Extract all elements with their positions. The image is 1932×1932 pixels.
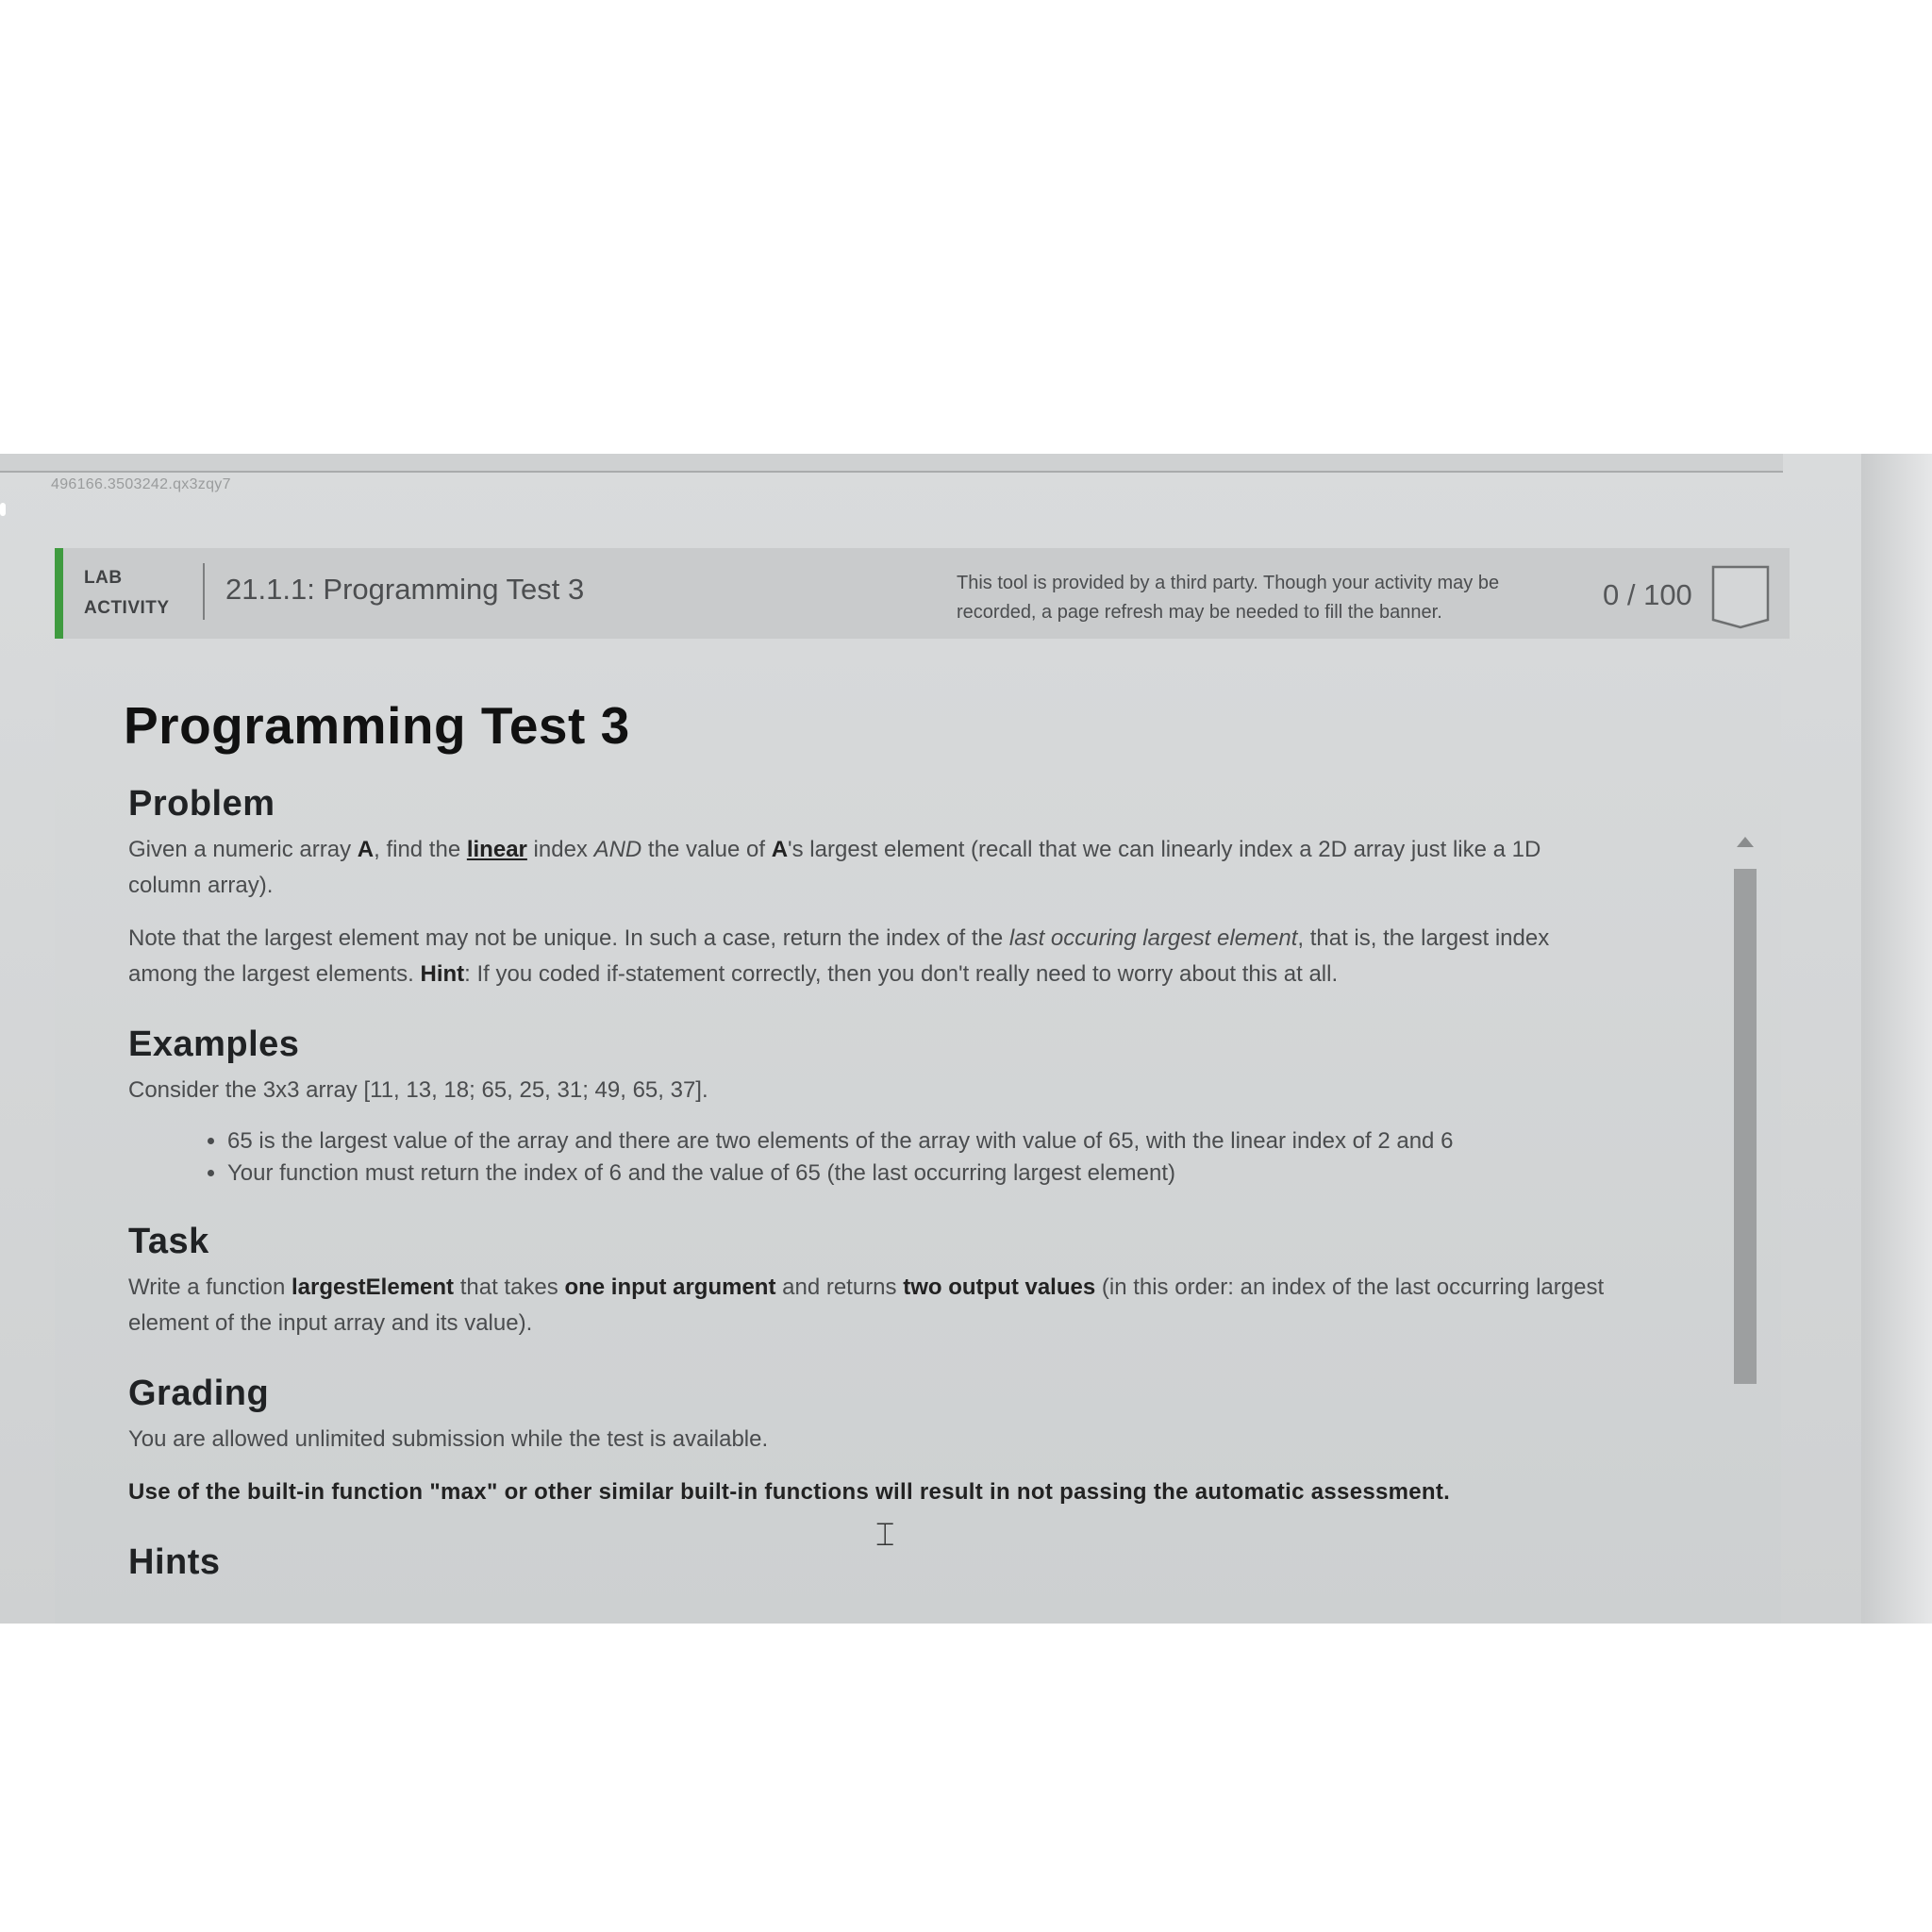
scroll-thumb[interactable] [1734, 869, 1757, 1384]
third-party-notice: This tool is provided by a third party. … [957, 569, 1560, 627]
examples-section: Examples Consider the 3x3 array [11, 13,… [128, 1024, 1609, 1190]
scroll-up-arrow-icon[interactable] [1737, 837, 1754, 847]
banner-divider [203, 563, 205, 620]
score-display: 0 / 100 [1603, 578, 1692, 611]
grading-heading: Grading [128, 1374, 270, 1413]
task-section: Task Write a function largestElement tha… [128, 1222, 1609, 1341]
lab-label-line1: LAB [84, 568, 123, 588]
lab-activity-banner: LAB ACTIVITY 21.1.1: Programming Test 3 … [55, 548, 1790, 639]
activity-title: 21.1.1: Programming Test 3 [225, 573, 585, 606]
examples-heading: Examples [128, 1024, 300, 1064]
page-title: Programming Test 3 [124, 696, 630, 755]
hints-section: Hints [128, 1542, 1609, 1583]
list-item: Your function must return the index of 6… [227, 1158, 1609, 1190]
session-id: 496166.3503242.qx3zqy7 [51, 476, 231, 492]
monitor-bezel-right [1861, 454, 1932, 1624]
monitor-bezel-top [0, 454, 1783, 473]
text-cursor-icon: ⌶ [875, 1516, 895, 1554]
lab-activity-label: LAB ACTIVITY [84, 563, 170, 624]
vertical-scrollbar[interactable] [1734, 837, 1757, 1624]
problem-paragraph-1: Given a numeric array A, find the linear… [128, 837, 1541, 898]
screen-photo: 496166.3503242.qx3zqy7 LAB ACTIVITY 21.1… [0, 454, 1932, 1624]
lab-content-pane: Programming Test 3 Problem Given a numer… [55, 639, 1781, 1624]
task-paragraph: Write a function largestElement that tak… [128, 1274, 1605, 1336]
examples-intro: Consider the 3x3 array [11, 13, 18; 65, … [128, 1077, 708, 1103]
hints-heading: Hints [128, 1542, 221, 1582]
notice-line1: This tool is provided by a third party. … [957, 573, 1500, 593]
monitor-edge-mark [0, 503, 6, 516]
score-badge-icon [1711, 565, 1770, 629]
list-item: 65 is the largest value of the array and… [227, 1125, 1609, 1158]
problem-section: Problem Given a numeric array A, find th… [128, 784, 1609, 992]
lab-label-line2: ACTIVITY [84, 598, 170, 618]
content-body: Programming Test 3 Problem Given a numer… [124, 695, 1609, 1615]
task-heading: Task [128, 1222, 209, 1261]
problem-paragraph-2: Note that the largest element may not be… [128, 925, 1550, 987]
notice-line2: recorded, a page refresh may be needed t… [957, 602, 1442, 623]
grading-warning: Use of the built-in function "max" or ot… [128, 1479, 1451, 1505]
grading-section: Grading You are allowed unlimited submis… [128, 1374, 1609, 1510]
grading-text: You are allowed unlimited submission whi… [128, 1426, 769, 1452]
examples-list: 65 is the largest value of the array and… [128, 1125, 1609, 1190]
problem-heading: Problem [128, 784, 275, 824]
